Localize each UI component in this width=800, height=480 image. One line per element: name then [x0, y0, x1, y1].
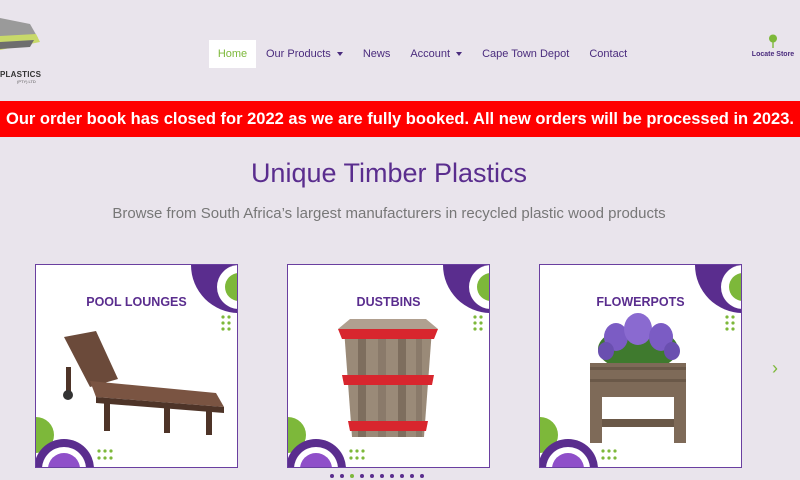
- product-card-flowerpots[interactable]: FLOWERPOTS: [539, 264, 742, 468]
- locate-store-label: Locate Store: [751, 51, 795, 58]
- carousel-dot[interactable]: [340, 474, 344, 478]
- carousel-dot[interactable]: [400, 474, 404, 478]
- page-title: Unique Timber Plastics: [250, 158, 528, 188]
- product-card-pool-lounges[interactable]: POOL LOUNGES: [35, 264, 238, 468]
- carousel-dot[interactable]: [380, 474, 384, 478]
- page-subtitle: Browse from South Africa’s largest manuf…: [112, 205, 666, 222]
- carousel-dot[interactable]: [420, 474, 424, 478]
- carousel-dot[interactable]: [350, 474, 354, 478]
- carousel-dot[interactable]: [390, 474, 394, 478]
- card-title: FLOWERPOTS: [596, 295, 685, 309]
- nav-account[interactable]: Account: [400, 40, 472, 68]
- chevron-down-icon: [456, 52, 463, 56]
- nav-news[interactable]: News: [353, 40, 401, 68]
- nav-label: Contact: [589, 48, 628, 60]
- carousel-dots: [330, 474, 424, 478]
- nav-label: Cape Town Depot: [482, 48, 570, 60]
- carousel-dot[interactable]: [330, 474, 334, 478]
- nav-cape-town-depot[interactable]: Cape Town Depot: [472, 40, 579, 68]
- carousel-dot[interactable]: [410, 474, 414, 478]
- carousel-dot[interactable]: [370, 474, 374, 478]
- card-title: DUSTBINS: [356, 295, 421, 309]
- chevron-down-icon: [336, 52, 343, 56]
- carousel-dot[interactable]: [360, 474, 364, 478]
- logo-subtext: (PTY) LTD: [17, 79, 36, 84]
- product-card-dustbins[interactable]: DUSTBINS: [287, 264, 490, 468]
- order-notice-banner: Our order book has closed for 2022 as we…: [0, 101, 800, 137]
- card-title: POOL LOUNGES: [86, 295, 187, 309]
- map-pin-icon: [769, 34, 777, 48]
- carousel-next-arrow[interactable]: ›: [772, 358, 778, 379]
- main-nav: Home Our Products News Account Cape Town…: [209, 40, 637, 68]
- pool-lounge-image: [63, 331, 224, 435]
- logo-text: PLASTICS: [0, 70, 42, 79]
- nav-our-products[interactable]: Our Products: [256, 40, 353, 68]
- nav-label: Account: [410, 48, 451, 60]
- nav-home[interactable]: Home: [209, 40, 256, 68]
- nav-label: Home: [217, 48, 248, 60]
- dustbin-image: [338, 319, 438, 437]
- flowerpot-image: [590, 313, 686, 443]
- nav-label: News: [362, 48, 391, 60]
- locate-store-link[interactable]: Locate Store: [750, 34, 796, 58]
- banner-text: Our order book has closed for 2022 as we…: [6, 109, 794, 128]
- site-header: PLASTICS (PTY) LTD Home Our Products New…: [0, 0, 800, 100]
- nav-label: Our Products: [266, 48, 331, 60]
- nav-contact[interactable]: Contact: [579, 40, 637, 68]
